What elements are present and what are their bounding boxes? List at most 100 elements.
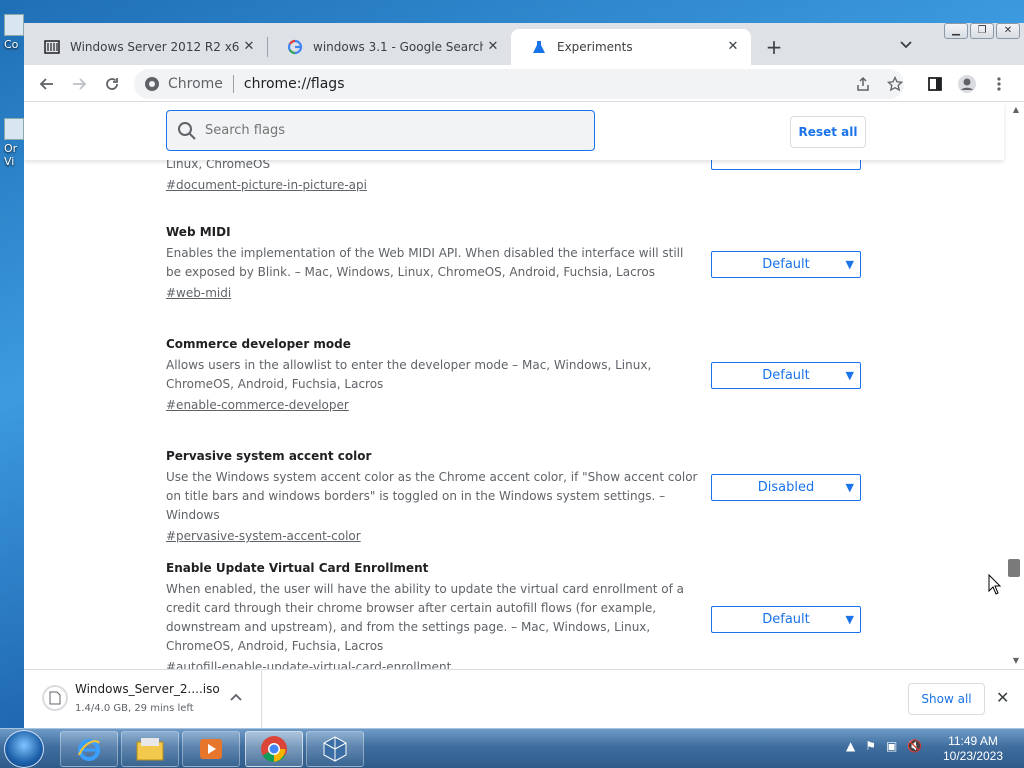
search-icon — [178, 121, 196, 140]
site-info[interactable]: Chrome — [144, 76, 223, 92]
volume-muted-icon[interactable]: 🔇 — [907, 739, 922, 753]
taskbar-file-explorer[interactable] — [121, 731, 179, 767]
url-text: chrome://flags — [243, 76, 345, 92]
flag-anchor-link[interactable]: #document-picture-in-picture-api — [166, 178, 367, 192]
flag-name: Web MIDI — [166, 225, 231, 239]
chrome-window: Windows Server 2012 R2 x64.iso ✕ windows… — [24, 23, 1024, 728]
window-controls: ▁ ❐ ✕ — [942, 23, 1020, 39]
share-button[interactable] — [850, 71, 876, 97]
flag-select[interactable]: Disabled ▼ — [711, 474, 861, 501]
profile-button[interactable] — [954, 71, 980, 97]
chevron-down-icon — [900, 41, 912, 49]
scroll-down-arrow-icon[interactable]: ▼ — [1013, 656, 1019, 665]
chrome-icon — [261, 736, 287, 763]
taskbar-internet-explorer[interactable] — [60, 731, 118, 767]
omnibox-divider — [232, 75, 234, 93]
flag-select[interactable]: Default ▼ — [711, 251, 861, 278]
computer-icon — [4, 14, 24, 36]
flag-select[interactable]: Default ▼ — [711, 606, 861, 633]
search-flags-input[interactable] — [205, 123, 585, 138]
flag-description: When enabled, the user will have the abi… — [166, 582, 685, 653]
desktop-icon-computer[interactable]: Co — [4, 14, 26, 51]
download-progress-icon — [42, 685, 68, 711]
taskbar-clock[interactable]: 11:49 AM 10/23/2023 — [940, 734, 1006, 764]
action-center-flag-icon[interactable]: ⚑ — [865, 739, 876, 753]
flags-page: Reset all Linux, ChromeOS #document-pict… — [24, 103, 1024, 669]
side-panel-button[interactable] — [922, 71, 948, 97]
tab-windows-server-iso[interactable]: Windows Server 2012 R2 x64.iso ✕ — [24, 29, 267, 65]
vertical-scrollbar[interactable]: ▲ ▼ — [1004, 103, 1024, 669]
network-icon[interactable]: ▣ — [886, 739, 897, 753]
flag-name: Enable Update Virtual Card Enrollment — [166, 561, 429, 575]
mouse-cursor-icon — [988, 574, 1002, 595]
forward-button[interactable] — [66, 71, 92, 97]
close-window-button[interactable]: ✕ — [996, 23, 1020, 39]
download-shelf: Windows_Server_2....iso 1.4/4.0 GB, 29 m… — [24, 669, 1024, 728]
flag-document-pip-partial: Linux, ChromeOS #document-picture-in-pic… — [166, 143, 866, 193]
start-button[interactable] — [4, 730, 44, 768]
maximize-button[interactable]: ❐ — [970, 23, 994, 39]
tab-google-search[interactable]: windows 3.1 - Google Search ✕ — [267, 29, 511, 65]
desktop-icon-recycle[interactable]: Or Vi — [4, 118, 26, 168]
flag-description: Use the Windows system accent color as t… — [166, 470, 698, 522]
flag-anchor-link[interactable]: #autofill-enable-update-virtual-card-enr… — [166, 660, 451, 669]
flag-select[interactable]: Default ▼ — [711, 362, 861, 389]
search-flags-box[interactable] — [166, 110, 595, 151]
download-status: 1.4/4.0 GB, 29 mins left — [75, 703, 194, 714]
flag-description: Allows users in the allowlist to enter t… — [166, 358, 652, 391]
flag-virtual-card-enrollment: Enable Update Virtual Card Enrollment Wh… — [166, 561, 866, 669]
browser-toolbar: Chrome chrome://flags — [24, 65, 1024, 102]
arrow-right-icon — [73, 78, 87, 90]
google-icon — [287, 39, 303, 55]
download-item[interactable]: Windows_Server_2....iso 1.4/4.0 GB, 29 m… — [24, 670, 262, 728]
flag-anchor-link[interactable]: #web-midi — [166, 286, 231, 300]
flag-anchor-link[interactable]: #pervasive-system-accent-color — [166, 529, 361, 543]
tab-title: Experiments — [557, 40, 633, 54]
recycle-bin-icon — [4, 118, 24, 140]
close-icon[interactable]: ✕ — [241, 39, 257, 55]
tab-search-button[interactable] — [894, 36, 918, 60]
tab-strip: Windows Server 2012 R2 x64.iso ✕ windows… — [24, 23, 1024, 65]
minimize-button[interactable]: ▁ — [944, 23, 968, 39]
chevron-down-icon: ▼ — [845, 481, 854, 494]
desktop-icon-label: Co — [4, 38, 19, 51]
close-icon[interactable]: ✕ — [996, 688, 1009, 707]
clock-date: 10/23/2023 — [942, 749, 1004, 763]
taskbar-chrome[interactable] — [245, 731, 303, 767]
close-icon[interactable]: ✕ — [725, 39, 741, 55]
reload-button[interactable] — [99, 71, 125, 97]
flag-select-value: Default — [762, 612, 810, 627]
internet-explorer-icon — [78, 739, 100, 761]
show-all-downloads-button[interactable]: Show all — [908, 683, 985, 715]
virtualbox-icon — [323, 736, 347, 762]
taskbar-media-player[interactable] — [182, 731, 240, 767]
bookmark-button[interactable] — [882, 71, 908, 97]
desktop-icon-label: Or Vi — [4, 142, 18, 168]
flag-description: Enables the implementation of the Web MI… — [166, 246, 684, 279]
flask-icon — [531, 39, 547, 55]
reload-icon — [106, 78, 118, 90]
tab-title: windows 3.1 - Google Search — [313, 40, 483, 54]
flag-web-midi: Web MIDI Enables the implementation of t… — [166, 225, 866, 301]
kebab-menu-icon — [997, 77, 1001, 91]
reset-all-button[interactable]: Reset all — [790, 116, 866, 148]
file-icon — [49, 691, 61, 705]
new-tab-button[interactable]: + — [762, 36, 786, 60]
media-player-icon — [200, 739, 222, 759]
share-icon — [857, 76, 869, 91]
chevron-up-icon[interactable] — [230, 690, 242, 704]
flag-pervasive-accent-color: Pervasive system accent color Use the Wi… — [166, 449, 866, 544]
close-icon[interactable]: ✕ — [485, 39, 501, 55]
address-bar[interactable]: Chrome chrome://flags — [134, 69, 904, 99]
scroll-up-arrow-icon[interactable]: ▲ — [1013, 105, 1019, 114]
flag-commerce-developer: Commerce developer mode Allows users in … — [166, 337, 866, 413]
site-label: Chrome — [168, 76, 223, 92]
menu-button[interactable] — [986, 71, 1012, 97]
clock-time: 11:49 AM — [948, 734, 998, 748]
scrollbar-thumb[interactable] — [1008, 559, 1020, 577]
show-hidden-icons-icon[interactable]: ▲ — [846, 739, 855, 753]
flag-anchor-link[interactable]: #enable-commerce-developer — [166, 398, 349, 412]
tab-experiments[interactable]: Experiments ✕ — [511, 29, 751, 65]
back-button[interactable] — [34, 71, 60, 97]
taskbar-virtualbox[interactable] — [306, 731, 364, 767]
